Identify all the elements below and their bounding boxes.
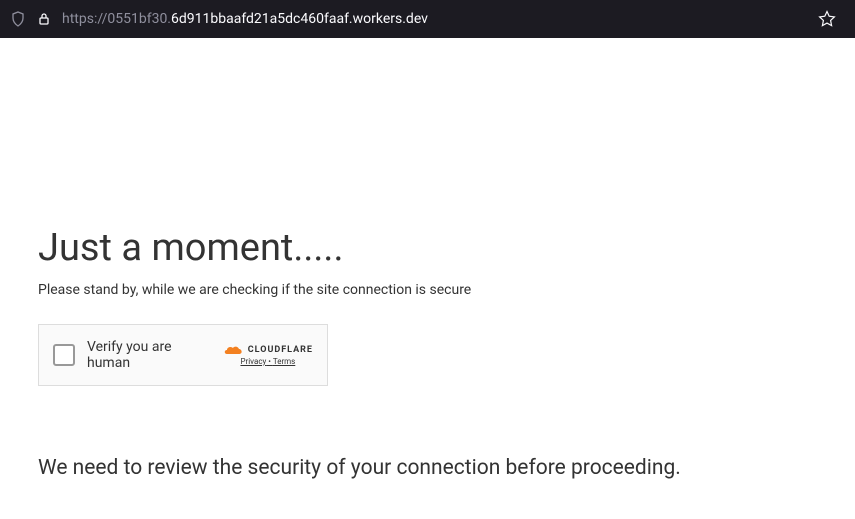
page-content: Just a moment..... Please stand by, whil… xyxy=(0,38,855,518)
cloudflare-links: Privacy • Terms xyxy=(240,357,295,366)
privacy-link[interactable]: Privacy xyxy=(240,357,266,366)
page-subtitle: Please stand by, while we are checking i… xyxy=(38,282,817,298)
cloudflare-cloud-icon xyxy=(223,344,245,356)
url-highlighted: 6d911bbaafd21a5dc460faaf.workers.dev xyxy=(171,11,428,27)
url-text[interactable]: https://0551bf30.6d911bbaafd21a5dc460faa… xyxy=(62,11,807,27)
cloudflare-branding: CLOUDFLARE Privacy • Terms xyxy=(223,344,313,366)
lock-icon xyxy=(36,11,52,27)
captcha-widget: Verify you are human CLOUDFLARE Privacy … xyxy=(38,324,328,386)
url-dim-prefix: https://0551bf30. xyxy=(62,11,171,27)
verify-checkbox[interactable] xyxy=(53,344,75,366)
address-bar: https://0551bf30.6d911bbaafd21a5dc460faa… xyxy=(0,0,855,38)
bookmark-star-icon[interactable] xyxy=(817,9,837,29)
terms-link[interactable]: Terms xyxy=(273,357,295,366)
security-message: We need to review the security of your c… xyxy=(38,456,817,480)
shield-icon xyxy=(10,11,26,27)
cloudflare-logo: CLOUDFLARE xyxy=(223,344,313,356)
cloudflare-brand-text: CLOUDFLARE xyxy=(248,345,313,355)
page-title: Just a moment..... xyxy=(38,226,817,270)
captcha-label: Verify you are human xyxy=(87,339,211,371)
